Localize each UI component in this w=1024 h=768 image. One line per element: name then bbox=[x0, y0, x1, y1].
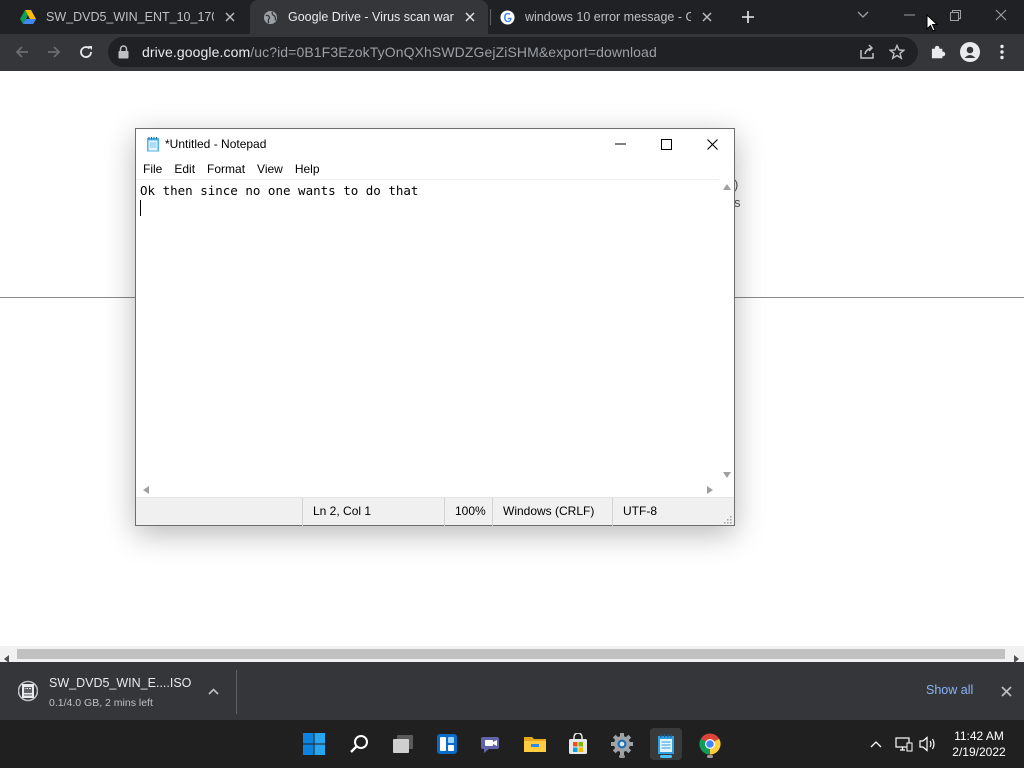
chrome-icon[interactable] bbox=[694, 728, 726, 760]
chevron-up-icon[interactable] bbox=[204, 682, 222, 700]
taskbar: 11:42 AM 2/19/2022 bbox=[0, 720, 1024, 768]
clock-time: 11:42 AM bbox=[954, 729, 1004, 743]
notepad-taskbar-icon[interactable] bbox=[650, 728, 682, 760]
clock[interactable]: 11:42 AM 2/19/2022 bbox=[946, 728, 1012, 760]
extensions-puzzle-icon[interactable] bbox=[924, 38, 952, 66]
tab-title: SW_DVD5_WIN_ENT_10_1703_64 bbox=[46, 10, 214, 24]
chevron-up-icon[interactable] bbox=[866, 734, 886, 754]
text-editor[interactable]: Ok then since no one wants to do that bbox=[136, 179, 719, 482]
teams-chat-icon[interactable] bbox=[475, 728, 507, 760]
bookmark-star-icon[interactable] bbox=[886, 41, 908, 63]
download-filename[interactable]: SW_DVD5_WIN_E....ISO bbox=[49, 676, 191, 690]
clock-date: 2/19/2022 bbox=[952, 745, 1006, 759]
restore-button[interactable] bbox=[932, 0, 978, 30]
google-drive-icon bbox=[20, 9, 36, 25]
page-horizontal-scrollbar[interactable] bbox=[0, 646, 1024, 663]
close-button[interactable] bbox=[689, 129, 735, 159]
scrollbar-thumb[interactable] bbox=[17, 649, 1005, 659]
search-icon[interactable] bbox=[343, 728, 375, 760]
active-indicator bbox=[660, 755, 672, 758]
reload-button[interactable] bbox=[72, 38, 100, 66]
notepad-icon bbox=[146, 136, 160, 157]
browser-toolbar: drive.google.com/uc?id=0B1F3EzokTyOnQXhS… bbox=[0, 34, 1024, 71]
download-divider bbox=[236, 670, 237, 714]
menu-kebab-icon[interactable] bbox=[988, 38, 1016, 66]
menu-bar: File Edit Format View Help bbox=[136, 159, 734, 179]
editor-content: Ok then since no one wants to do that bbox=[140, 183, 419, 198]
tab-title: windows 10 error message - Google bbox=[525, 10, 691, 24]
menu-edit[interactable]: Edit bbox=[168, 159, 201, 179]
show-all-link[interactable]: Show all bbox=[926, 683, 973, 697]
address-bar[interactable]: drive.google.com/uc?id=0B1F3EzokTyOnQXhS… bbox=[108, 37, 918, 67]
close-icon[interactable] bbox=[996, 681, 1016, 701]
scroll-up-arrow-icon[interactable] bbox=[719, 179, 734, 194]
close-icon[interactable] bbox=[222, 9, 238, 25]
status-encoding: UTF-8 bbox=[612, 498, 724, 526]
windows-start-icon[interactable] bbox=[298, 728, 330, 760]
status-bar: Ln 2, Col 1 100% Windows (CRLF) UTF-8 bbox=[136, 497, 734, 526]
tab-windows-10-error[interactable]: windows 10 error message - Google bbox=[487, 0, 725, 34]
forward-button[interactable] bbox=[40, 38, 68, 66]
globe-icon bbox=[262, 9, 278, 25]
share-icon[interactable] bbox=[856, 41, 878, 63]
resize-grip-icon[interactable] bbox=[722, 513, 732, 531]
settings-gear-icon[interactable] bbox=[606, 728, 638, 760]
url-path: /uc?id=0B1F3EzokTyOnQXhSWDZGejZiSHM&expo… bbox=[250, 44, 657, 60]
maximize-button[interactable] bbox=[643, 129, 689, 159]
widgets-icon[interactable] bbox=[431, 728, 463, 760]
vertical-scrollbar[interactable] bbox=[719, 179, 734, 482]
menu-file[interactable]: File bbox=[137, 159, 168, 179]
horizontal-scrollbar[interactable] bbox=[136, 482, 719, 497]
network-icon[interactable] bbox=[894, 734, 914, 754]
menu-help[interactable]: Help bbox=[289, 159, 326, 179]
tab-sw-dvd5[interactable]: SW_DVD5_WIN_ENT_10_1703_64 bbox=[8, 0, 248, 34]
running-indicator bbox=[619, 755, 625, 758]
tab-virus-scan-warning[interactable]: Google Drive - Virus scan warning bbox=[250, 0, 488, 34]
back-button[interactable] bbox=[8, 38, 36, 66]
status-line-ending: Windows (CRLF) bbox=[492, 498, 612, 526]
lock-icon[interactable] bbox=[118, 45, 129, 64]
volume-icon[interactable] bbox=[918, 734, 938, 754]
close-window-button[interactable] bbox=[978, 0, 1024, 30]
notepad-window: *Untitled - Notepad File Edit Format Vie… bbox=[135, 128, 735, 526]
status-zoom: 100% bbox=[444, 498, 492, 526]
iso-file-icon[interactable] bbox=[17, 679, 39, 708]
microsoft-store-icon[interactable] bbox=[562, 728, 594, 760]
menu-format[interactable]: Format bbox=[201, 159, 251, 179]
tab-strip: SW_DVD5_WIN_ENT_10_1703_64 Google Drive … bbox=[0, 0, 1024, 34]
download-status: 0.1/4.0 GB, 2 mins left bbox=[49, 697, 153, 709]
tab-search-button[interactable] bbox=[840, 0, 886, 30]
status-cursor-position: Ln 2, Col 1 bbox=[302, 498, 444, 526]
mouse-pointer-icon bbox=[926, 13, 939, 37]
url-text: drive.google.com/uc?id=0B1F3EzokTyOnQXhS… bbox=[142, 44, 657, 60]
file-explorer-icon[interactable] bbox=[519, 728, 551, 760]
scrollbar-corner bbox=[719, 482, 734, 497]
close-icon[interactable] bbox=[699, 9, 715, 25]
download-shelf: SW_DVD5_WIN_E....ISO 0.1/4.0 GB, 2 mins … bbox=[0, 662, 1024, 720]
text-caret bbox=[140, 200, 141, 216]
menu-view[interactable]: View bbox=[251, 159, 289, 179]
task-view-icon[interactable] bbox=[387, 728, 419, 760]
google-g-icon bbox=[499, 9, 515, 25]
minimize-button[interactable] bbox=[597, 129, 643, 159]
profile-avatar-icon[interactable] bbox=[956, 38, 984, 66]
scroll-left-arrow-icon[interactable] bbox=[138, 482, 153, 497]
window-title: *Untitled - Notepad bbox=[165, 137, 267, 151]
tab-title: Google Drive - Virus scan warning bbox=[288, 10, 454, 24]
url-host: drive.google.com bbox=[142, 44, 251, 60]
scroll-right-arrow-icon[interactable] bbox=[702, 482, 717, 497]
new-tab-button[interactable] bbox=[738, 7, 758, 27]
close-icon[interactable] bbox=[462, 9, 478, 25]
notepad-title-bar[interactable]: *Untitled - Notepad bbox=[136, 129, 734, 159]
scroll-down-arrow-icon[interactable] bbox=[719, 467, 734, 482]
running-indicator bbox=[707, 755, 713, 758]
